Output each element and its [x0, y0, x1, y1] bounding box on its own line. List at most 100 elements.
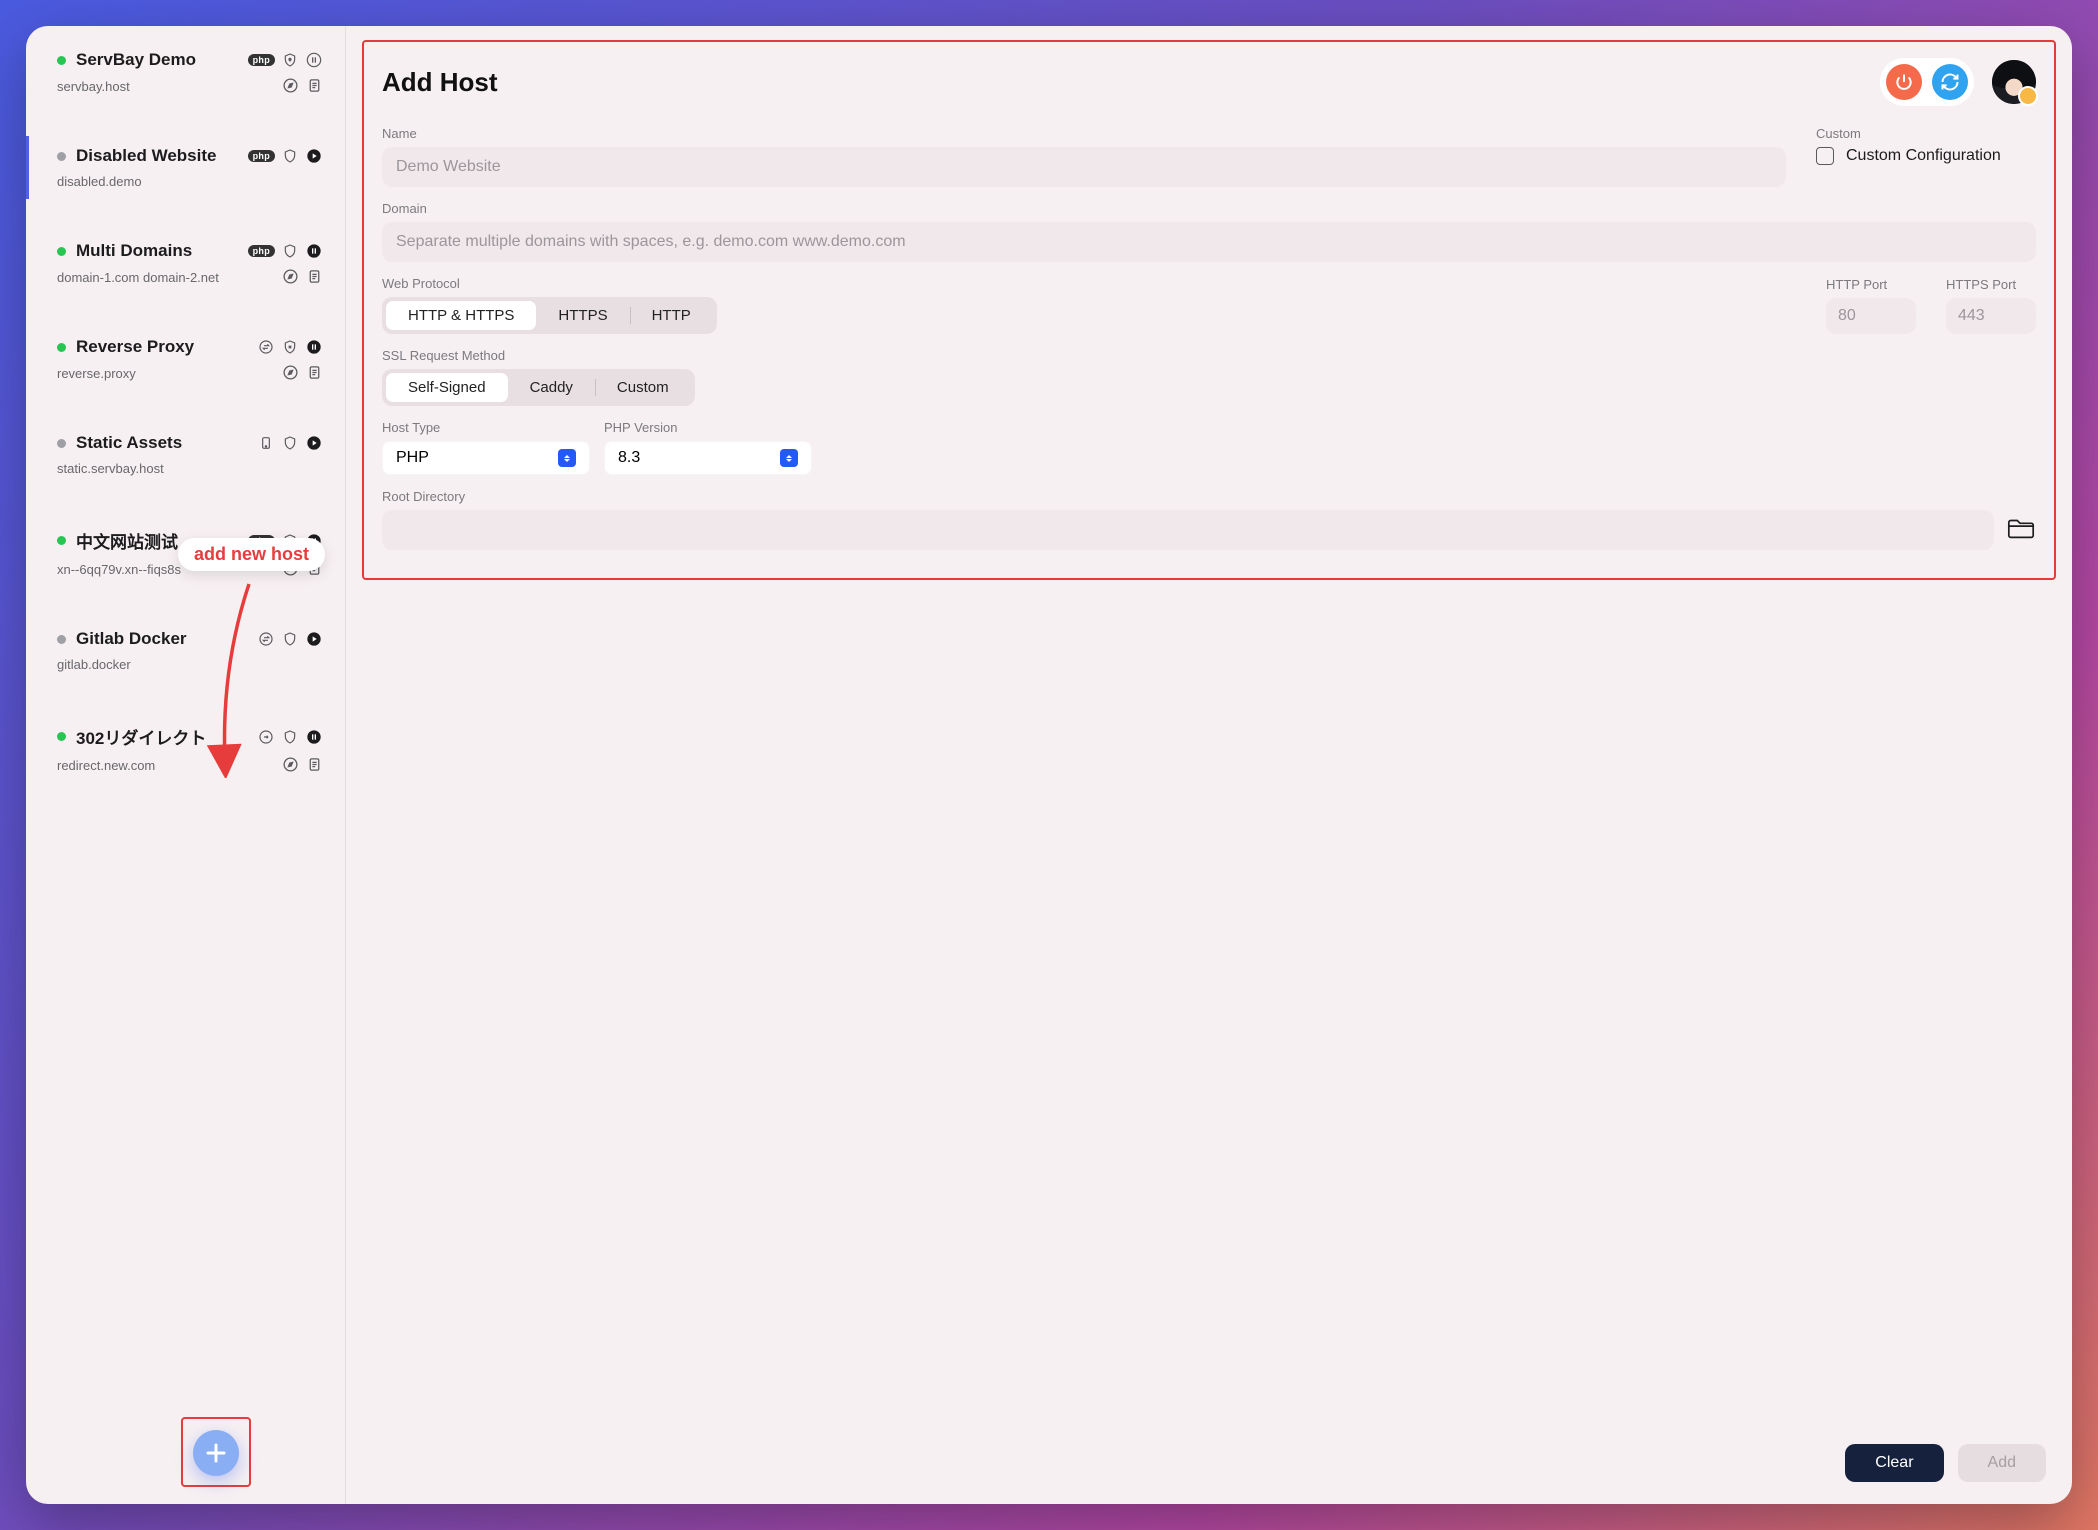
- refresh-button[interactable]: [1932, 64, 1968, 100]
- host-name: 302リダイレクト: [76, 724, 247, 749]
- ssl-option-selfsigned[interactable]: Self-Signed: [386, 373, 508, 402]
- pause-dark-icon[interactable]: [305, 338, 323, 356]
- status-dot: [57, 56, 66, 65]
- swap-icon: [257, 338, 275, 356]
- host-item[interactable]: 302リダイレクト redirect.new.com: [26, 714, 345, 783]
- host-item[interactable]: 中文网站测试 php xn--6qq79v.xn--fiqs8s: [26, 518, 345, 587]
- root-directory-input[interactable]: [382, 510, 1994, 550]
- shield-icon[interactable]: [281, 630, 299, 648]
- host-item[interactable]: Multi Domains php domain-1.com domain-2.…: [26, 231, 345, 295]
- pause-dark-icon[interactable]: [305, 728, 323, 746]
- hosts-sidebar: ServBay Demo php servbay.host Disabled W…: [26, 26, 346, 1504]
- play-icon[interactable]: [305, 434, 323, 452]
- label-protocol: Web Protocol: [382, 276, 1796, 291]
- shield-icon[interactable]: [281, 434, 299, 452]
- add-host-button[interactable]: [193, 1430, 239, 1476]
- compass-icon[interactable]: [281, 559, 299, 577]
- compass-icon[interactable]: [281, 76, 299, 94]
- custom-config-label: Custom Configuration: [1846, 147, 2001, 165]
- host-name: Static Assets: [76, 433, 247, 453]
- host-domain: servbay.host: [57, 79, 281, 94]
- name-input[interactable]: [382, 147, 1786, 187]
- host-domain: xn--6qq79v.xn--fiqs8s: [57, 562, 281, 577]
- status-dot: [57, 732, 66, 741]
- status-dot: [57, 247, 66, 256]
- redirect-icon: [257, 728, 275, 746]
- label-name: Name: [382, 126, 1786, 141]
- label-https-port: HTTPS Port: [1946, 277, 2036, 292]
- label-host-type: Host Type: [382, 420, 590, 435]
- pause-icon[interactable]: [305, 51, 323, 69]
- protocol-option-http[interactable]: HTTP: [630, 301, 713, 330]
- compass-icon[interactable]: [281, 267, 299, 285]
- php-badge: php: [248, 245, 275, 257]
- php-badge: php: [248, 535, 275, 547]
- add-button[interactable]: Add: [1958, 1444, 2046, 1482]
- note-icon[interactable]: [305, 559, 323, 577]
- php-badge: php: [248, 54, 275, 66]
- note-icon[interactable]: [305, 363, 323, 381]
- app-window: ServBay Demo php servbay.host Disabled W…: [26, 26, 2072, 1504]
- shield-lock-icon[interactable]: [281, 51, 299, 69]
- status-dot: [57, 152, 66, 161]
- label-http-port: HTTP Port: [1826, 277, 1916, 292]
- header-actions: [1880, 58, 1974, 106]
- device-icon: [257, 434, 275, 452]
- ssl-option-custom[interactable]: Custom: [595, 373, 691, 402]
- protocol-option-both[interactable]: HTTP & HTTPS: [386, 301, 536, 330]
- host-item[interactable]: Gitlab Docker gitlab.docker: [26, 619, 345, 682]
- host-type-select[interactable]: PHP: [382, 441, 590, 475]
- main-panel: Add Host Name Custom: [346, 26, 2072, 1504]
- host-name: Multi Domains: [76, 241, 238, 261]
- domain-input[interactable]: [382, 222, 2036, 262]
- shield-icon[interactable]: [281, 728, 299, 746]
- status-dot: [57, 635, 66, 644]
- host-name: Reverse Proxy: [76, 337, 247, 357]
- pause-dark-icon[interactable]: [305, 242, 323, 260]
- compass-icon[interactable]: [281, 755, 299, 773]
- chevron-updown-icon: [558, 449, 576, 467]
- avatar[interactable]: [1992, 60, 2036, 104]
- label-ssl: SSL Request Method: [382, 348, 2036, 363]
- shield-icon[interactable]: [281, 532, 299, 550]
- host-type-value: PHP: [396, 449, 429, 467]
- host-name: Gitlab Docker: [76, 629, 247, 649]
- play-icon[interactable]: [305, 147, 323, 165]
- footer-actions: Clear Add: [1845, 1444, 2046, 1482]
- http-port-input[interactable]: [1826, 298, 1916, 334]
- shield-x-icon[interactable]: [281, 338, 299, 356]
- https-port-input[interactable]: [1946, 298, 2036, 334]
- php-version-value: 8.3: [618, 449, 640, 467]
- play-icon[interactable]: [305, 630, 323, 648]
- host-item[interactable]: Disabled Website php disabled.demo: [26, 136, 345, 199]
- compass-icon[interactable]: [281, 363, 299, 381]
- label-domain: Domain: [382, 201, 2036, 216]
- host-domain: redirect.new.com: [57, 758, 281, 773]
- label-custom: Custom: [1816, 126, 2036, 141]
- shield-icon[interactable]: [281, 242, 299, 260]
- label-root: Root Directory: [382, 489, 2036, 504]
- clear-button[interactable]: Clear: [1845, 1444, 1943, 1482]
- host-item[interactable]: Static Assets static.servbay.host: [26, 423, 345, 486]
- host-name: ServBay Demo: [76, 50, 238, 70]
- host-item[interactable]: ServBay Demo php servbay.host: [26, 40, 345, 104]
- power-button[interactable]: [1886, 64, 1922, 100]
- host-name: Disabled Website: [76, 146, 238, 166]
- host-domain: domain-1.com domain-2.net: [57, 270, 281, 285]
- php-version-select[interactable]: 8.3: [604, 441, 812, 475]
- note-icon[interactable]: [305, 755, 323, 773]
- host-domain: reverse.proxy: [57, 366, 281, 381]
- shield-icon[interactable]: [281, 147, 299, 165]
- form-highlight: Add Host Name Custom: [362, 40, 2056, 580]
- pause-dark-icon[interactable]: [305, 532, 323, 550]
- protocol-option-https[interactable]: HTTPS: [536, 301, 629, 330]
- note-icon[interactable]: [305, 76, 323, 94]
- folder-icon[interactable]: [2006, 515, 2036, 546]
- swap-icon: [257, 630, 275, 648]
- note-icon[interactable]: [305, 267, 323, 285]
- host-item[interactable]: Reverse Proxy reverse.proxy: [26, 327, 345, 391]
- status-dot: [57, 536, 66, 545]
- ssl-option-caddy[interactable]: Caddy: [508, 373, 595, 402]
- label-php-version: PHP Version: [604, 420, 812, 435]
- custom-config-checkbox[interactable]: [1816, 147, 1834, 165]
